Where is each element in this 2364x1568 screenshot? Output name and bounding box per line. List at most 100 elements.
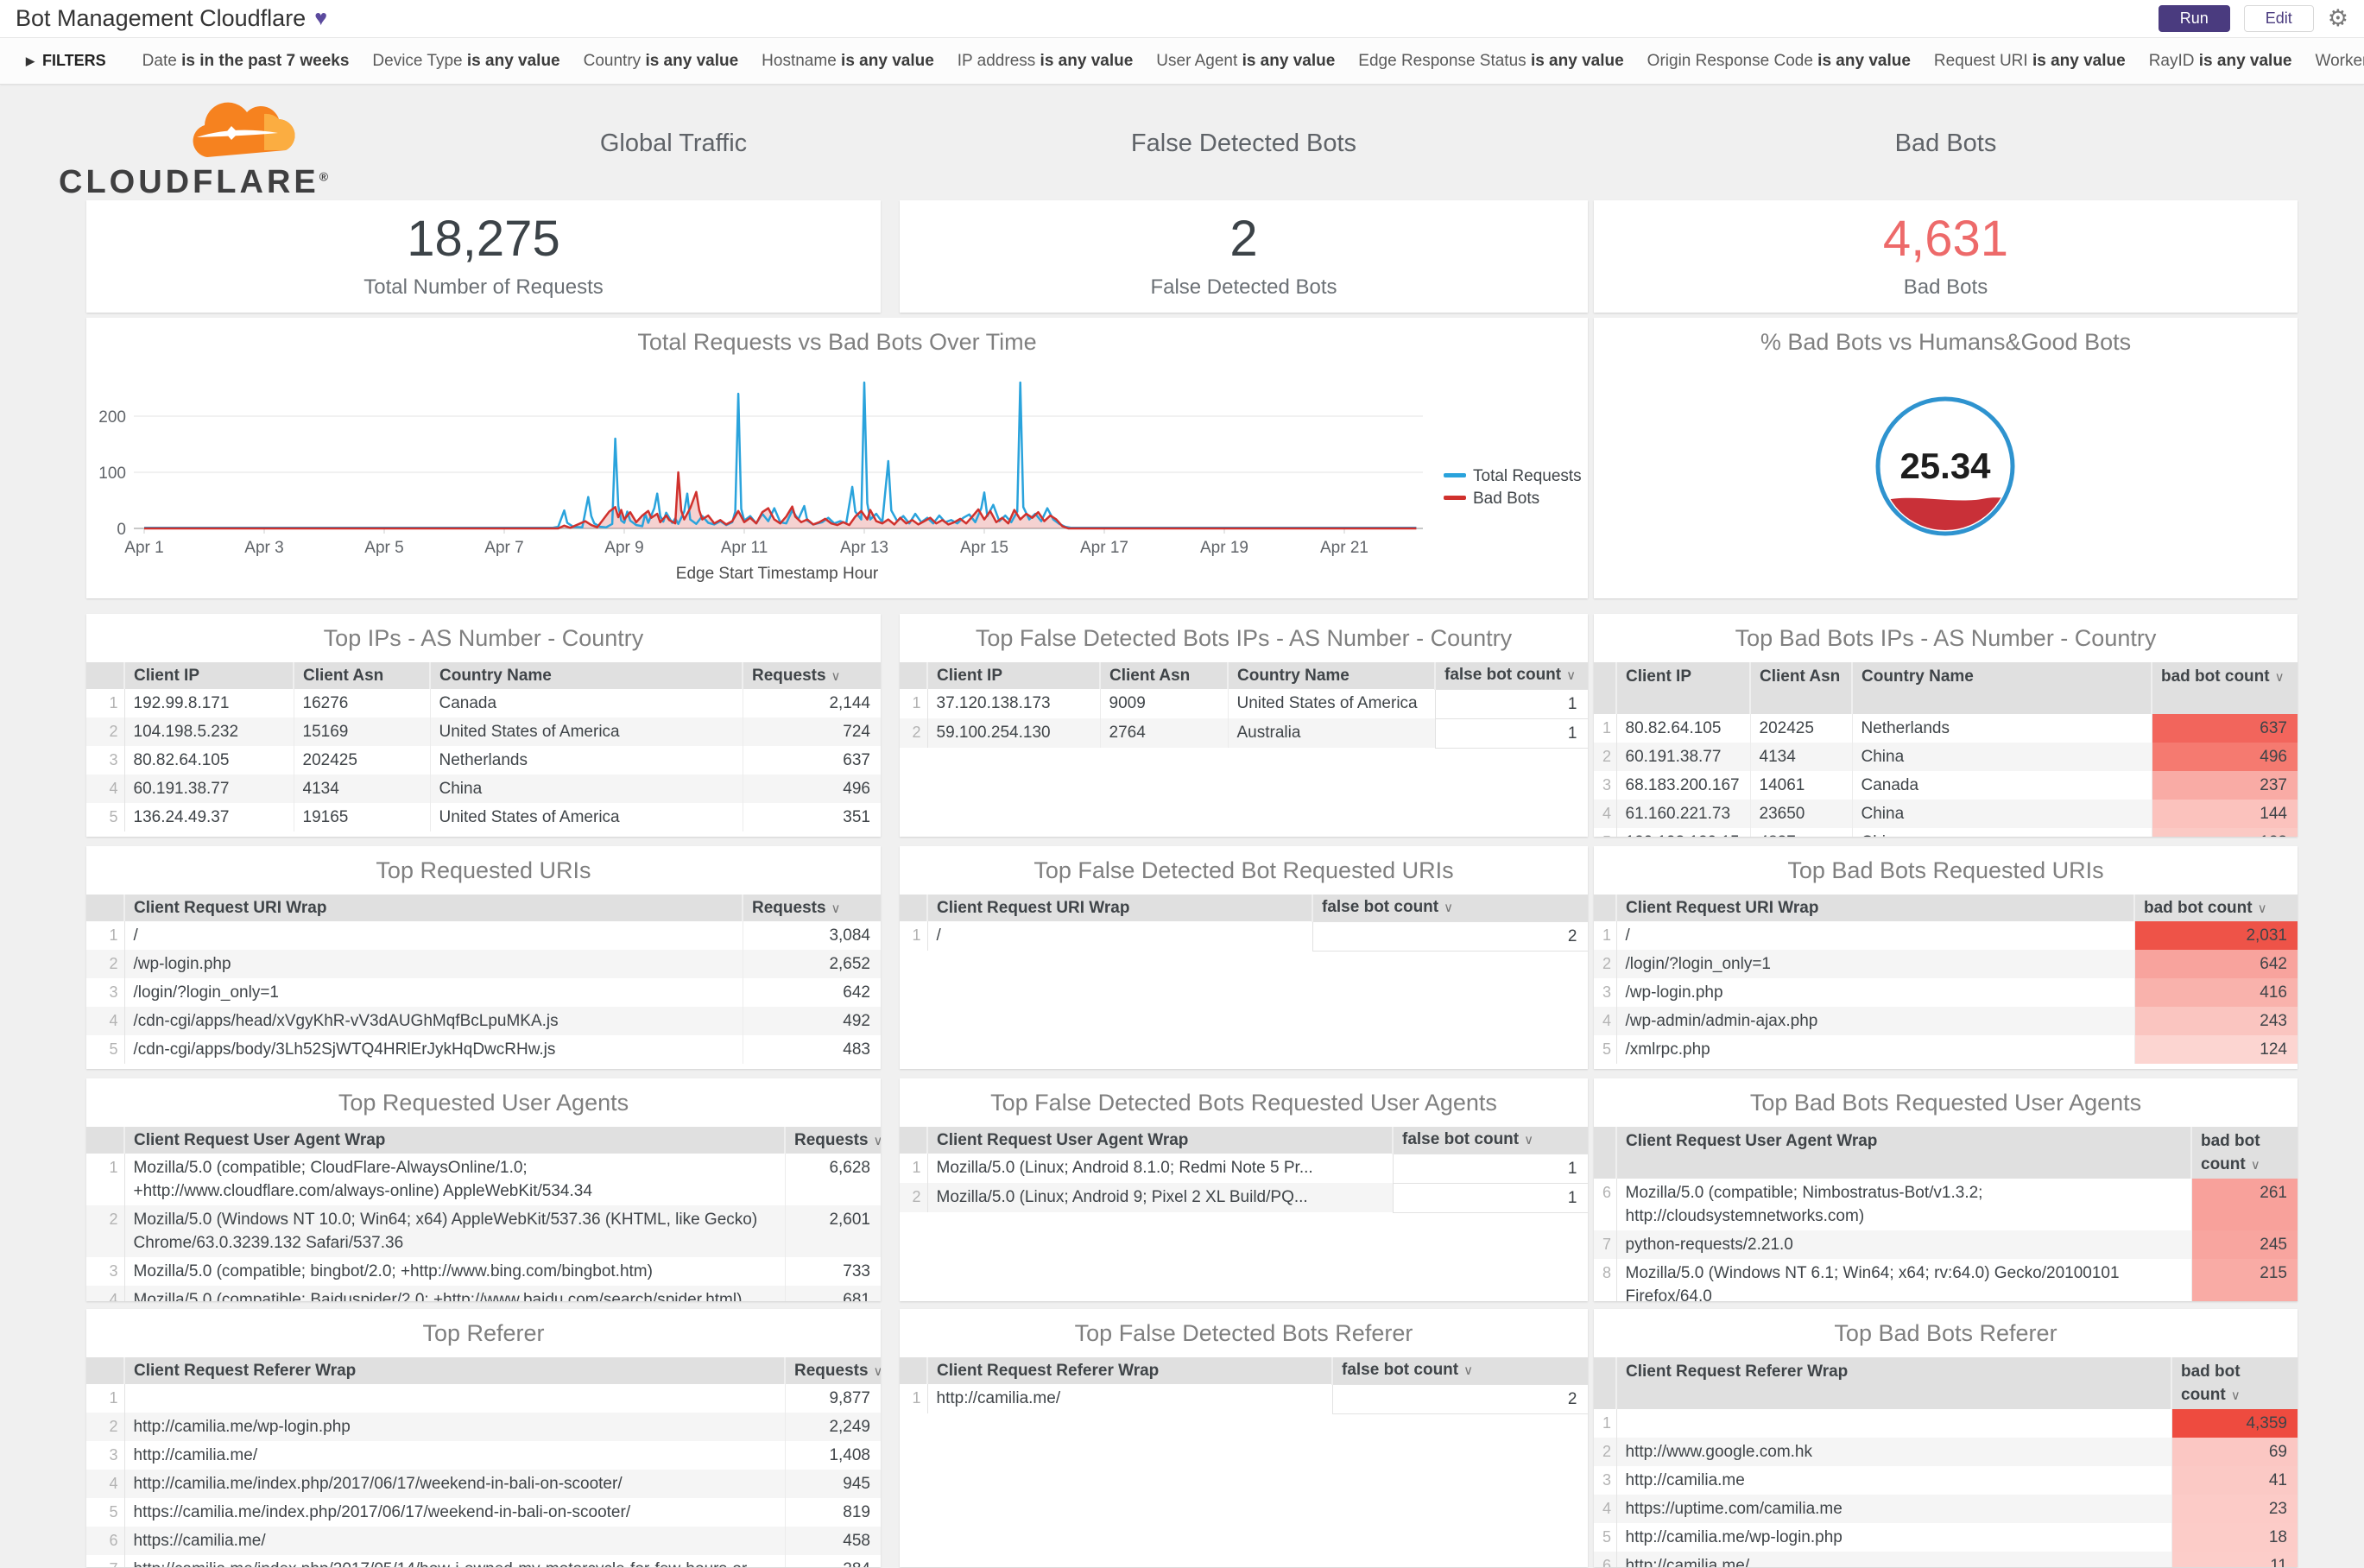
column-header[interactable]: Client Request User Agent Wrap [926,1127,1393,1154]
table-cell[interactable]: China [1851,800,2152,828]
filter-item[interactable]: Date is in the past 7 weeks [142,52,350,71]
table-cell[interactable]: Mozilla/5.0 (compatible; CloudFlare-Alwa… [123,1154,785,1205]
table-cell[interactable]: 60.191.38.77 [123,775,294,803]
table-cell[interactable]: /login/?login_only=1 [123,978,743,1007]
table-cell[interactable]: 642 [742,978,881,1007]
table-cell[interactable]: Canada [1851,771,2152,800]
table-cell[interactable]: Mozilla/5.0 (compatible; Nimbostratus-Bo… [1615,1179,2191,1230]
filter-item[interactable]: Device Type is any value [372,52,559,71]
table-cell[interactable]: 237 [2151,771,2298,800]
table-cell[interactable]: China [1851,828,2152,837]
table-cell[interactable]: 41 [2171,1466,2298,1495]
table-cell[interactable]: 6,628 [784,1154,881,1205]
table-cell[interactable]: http://camilia.me/wp-login.php [123,1413,785,1441]
table-cell[interactable]: 1 [1434,688,1588,719]
table-cell[interactable]: Mozilla/5.0 (Windows NT 10.0; Win64; x64… [123,1205,785,1257]
table-cell[interactable]: Mozilla/5.0 (compatible; bingbot/2.0; +h… [123,1257,785,1286]
table-cell[interactable]: /cdn-cgi/apps/head/xVgyKhR-vV3dAUGhMqfBc… [123,1007,743,1035]
table-cell[interactable]: 724 [742,718,881,746]
table-cell[interactable]: Mozilla/5.0 (Linux; Android 8.1.0; Redmi… [926,1154,1393,1183]
edit-button[interactable]: Edit [2243,5,2314,32]
table-cell[interactable]: http://www.google.com.hk [1615,1438,2171,1466]
table-cell[interactable]: 1,408 [784,1441,881,1470]
table-cell[interactable]: 16276 [293,689,430,718]
column-header[interactable]: Client Request URI Wrap [123,895,743,921]
timeseries-chart[interactable]: 0 100 200 Apr 1 Apr 3 Apr 5 Apr 7 Apr 9 Apr 11 Ap… [86,318,1588,598]
table-cell[interactable]: http://camilia.me/ [926,1384,1332,1413]
table-cell[interactable]: 202425 [293,746,430,775]
table-cell[interactable]: / [123,921,743,950]
table-cell[interactable]: 1 [1392,1182,1588,1213]
table-cell[interactable]: 124 [2133,1035,2298,1064]
table-cell[interactable]: 4837 [1749,828,1852,837]
column-header[interactable]: Country Name [1227,662,1435,689]
table-cell[interactable]: 202425 [1749,714,1852,743]
table-cell[interactable]: China [429,775,743,803]
table-cell[interactable]: /cdn-cgi/apps/body/3Lh52SjWTQ4HRlErJykHq… [123,1035,743,1064]
table-cell[interactable]: 3,084 [742,921,881,950]
table-cell[interactable]: United States of America [1227,689,1435,718]
table-cell[interactable]: /wp-admin/admin-ajax.php [1615,1007,2134,1035]
table-cell[interactable]: 351 [742,803,881,831]
column-header[interactable]: Client IP [926,662,1100,689]
table-cell[interactable]: 1 [1434,718,1588,749]
table-cell[interactable]: 819 [784,1498,881,1527]
run-button[interactable]: Run [2158,5,2230,32]
table-cell[interactable]: 192.99.8.171 [123,689,294,718]
table-cell[interactable]: / [926,921,1312,951]
filter-item[interactable]: Hostname is any value [762,52,934,71]
table-cell[interactable]: http://camilia.me/wp-login.php [1615,1523,2171,1552]
table-cell[interactable]: 123 [2151,828,2298,837]
table-cell[interactable]: https://camilia.me/index.php/2017/06/17/… [123,1498,785,1527]
column-header[interactable]: Client Asn [293,662,430,689]
table-cell[interactable]: 496 [2151,743,2298,771]
column-header[interactable]: Client Request User Agent Wrap [1615,1127,2191,1179]
column-header[interactable]: Client Request Referer Wrap [123,1357,785,1384]
column-header[interactable]: false bot count ∨ [1312,895,1588,921]
table-cell[interactable]: 492 [742,1007,881,1035]
column-header[interactable]: Country Name [1851,662,2152,714]
table-cell[interactable]: 284 [784,1555,881,1567]
filter-item[interactable]: IP address is any value [958,52,1134,71]
table-cell[interactable]: http://camilia.me/ [123,1441,785,1470]
column-header[interactable]: Requests∨ [742,662,881,689]
table-cell[interactable]: 23 [2171,1495,2298,1523]
table-cell[interactable]: Canada [429,689,743,718]
table-cell[interactable]: Mozilla/5.0 (Linux; Android 9; Pixel 2 X… [926,1183,1393,1212]
table-cell[interactable]: 243 [2133,1007,2298,1035]
table-cell[interactable]: http://camilia.me/ [1615,1552,2171,1567]
table-cell[interactable]: /wp-login.php [123,950,743,978]
column-header[interactable]: Client Request User Agent Wrap [123,1127,785,1154]
table-cell[interactable]: 9,877 [784,1384,881,1413]
table-cell[interactable]: Australia [1227,718,1435,748]
table-cell[interactable]: 23650 [1749,800,1852,828]
table-cell[interactable]: 458 [784,1527,881,1555]
table-cell[interactable]: Mozilla/5.0 (compatible; Baiduspider/2.0… [123,1286,785,1301]
table-cell[interactable]: /wp-login.php [1615,978,2134,1007]
table-cell[interactable]: https://camilia.me/ [123,1527,785,1555]
table-cell[interactable]: 642 [2133,950,2298,978]
table-cell[interactable]: 120.193.129.153 [1615,828,1750,837]
table-cell[interactable]: 945 [784,1470,881,1498]
table-cell[interactable]: 2,031 [2133,921,2298,950]
column-header[interactable]: Client Request Referer Wrap [926,1357,1332,1384]
column-header[interactable]: Requests∨ [784,1127,881,1154]
table-cell[interactable]: 681 [784,1286,881,1301]
table-cell[interactable]: 19165 [293,803,430,831]
column-header[interactable]: Client Request URI Wrap [926,895,1312,921]
table-cell[interactable]: 261 [2190,1179,2298,1230]
table-cell[interactable]: 11 [2171,1552,2298,1567]
table-cell[interactable]: 245 [2190,1230,2298,1259]
table-cell[interactable]: http://camilia.me [1615,1466,2171,1495]
table-cell[interactable]: 37.120.138.173 [926,689,1100,718]
table-cell[interactable]: http://camilia.me/index.php/2017/06/17/w… [123,1470,785,1498]
column-header[interactable]: Country Name [429,662,743,689]
table-cell[interactable]: 4134 [293,775,430,803]
table-cell[interactable]: 15169 [293,718,430,746]
table-cell[interactable]: United States of America [429,803,743,831]
column-header[interactable]: false bot count ∨ [1434,662,1588,689]
table-cell[interactable]: 496 [742,775,881,803]
table-cell[interactable]: 4,359 [2171,1409,2298,1438]
table-cell[interactable]: 59.100.254.130 [926,718,1100,748]
filter-item[interactable]: Worker Subrequest is... [2316,52,2364,71]
